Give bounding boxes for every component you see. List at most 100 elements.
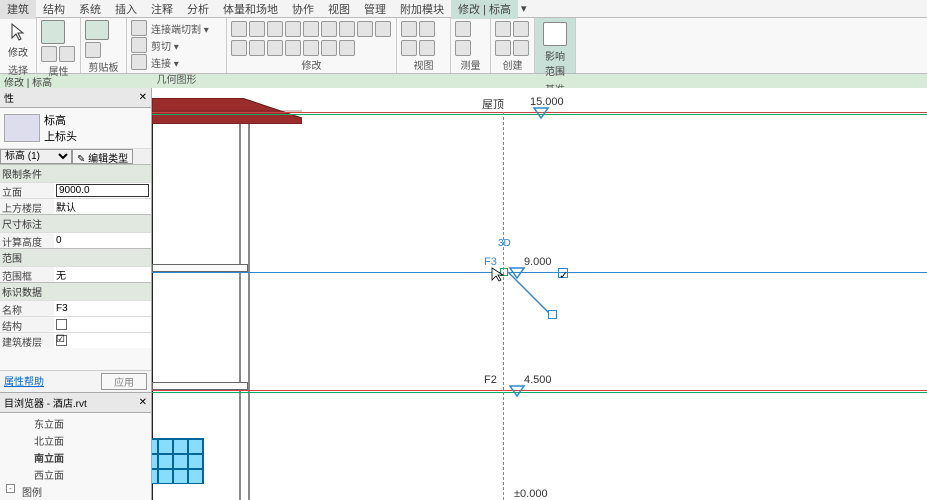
props-section-constraints: 限制条件 [0,164,151,182]
prop-elev-input[interactable] [56,184,149,197]
properties-panel-title: 性 ✕ [0,88,151,108]
prop-calc-val[interactable]: 0 [54,233,151,248]
measure-icon-2[interactable] [455,40,471,56]
menu-modify-level[interactable]: 修改 | 标高 [451,0,518,19]
clip-small[interactable] [85,42,101,58]
prop-scope-val[interactable]: 无 [54,267,151,282]
level-value-f2[interactable]: 4.500 [524,374,552,386]
ribbon-label-clip: 剪贴板 [85,58,122,75]
props-small-1[interactable] [41,46,57,62]
propagate-extents-button[interactable]: 影响 范围 [539,20,571,80]
props-section-id: 标识数据 [0,282,151,300]
mod-icon-14[interactable] [303,40,319,56]
level-value-f1[interactable]: ±0.000 [514,488,548,500]
ribbon-label-measure: 测量 [455,56,486,73]
edit-type-button[interactable]: ✎ 编辑类型 [72,149,133,164]
mod-icon-13[interactable] [285,40,301,56]
join-label[interactable]: 连接 ▾ [149,55,179,70]
mod-icon-11[interactable] [249,40,265,56]
measure-icon-1[interactable] [455,21,471,37]
mod-icon-2[interactable] [249,21,265,37]
mod-icon-12[interactable] [267,40,283,56]
menu-collab[interactable]: 协作 [285,0,321,19]
mod-icon-16[interactable] [339,40,355,56]
prop-name-val[interactable]: F3 [54,301,151,316]
mod-icon-8[interactable] [357,21,373,37]
tree-south[interactable]: 南立面 [0,449,151,466]
toggle-icon[interactable]: - [6,484,15,493]
guide-vertical [503,112,504,500]
type-selector[interactable]: 标高 上标头 [0,108,151,148]
menu-dropdown-icon[interactable]: ▾ [518,2,530,15]
tree-west[interactable]: 西立面 [0,466,151,483]
prop-struct-checkbox[interactable] [56,319,67,330]
prop-above-val[interactable]: 默认 [54,199,151,214]
menu-annotate[interactable]: 注释 [144,0,180,19]
level-value-f3[interactable]: 9.000 [524,256,552,268]
create-icon-2[interactable] [513,21,529,37]
view-icon-3[interactable] [401,40,417,56]
menu-struct[interactable]: 结构 [36,0,72,19]
menu-system[interactable]: 系统 [72,0,108,19]
tree-north[interactable]: 北立面 [0,432,151,449]
level-line-f2-green [152,392,927,393]
properties-button[interactable] [41,20,65,44]
level-type-icon [4,114,40,142]
cut-label[interactable]: 剪切 ▾ [149,38,179,53]
view-icon-2[interactable] [419,21,435,37]
tree-east[interactable]: 东立面 [0,415,151,432]
roof-element [152,98,302,124]
cope-label[interactable]: 连接端切割 ▾ [149,21,209,36]
mod-icon-9[interactable] [375,21,391,37]
create-icon-3[interactable] [495,40,511,56]
menu-insert[interactable]: 插入 [108,0,144,19]
drawing-canvas[interactable]: 屋顶 15.000 F3 9.000 ✓ F2 4.500 ±0.000 3D [152,88,927,500]
drag-preview-line [508,272,568,332]
cut-icon[interactable] [131,37,147,53]
view-icon-1[interactable] [401,21,417,37]
menu-view[interactable]: 视图 [321,0,357,19]
menu-analyze[interactable]: 分析 [180,0,216,19]
instance-count-select[interactable]: 标高 (1) [0,149,72,164]
view-icon-4[interactable] [419,40,435,56]
paste-button[interactable] [85,20,109,40]
type-line1: 标高 [44,112,147,128]
cope-icon[interactable] [131,20,147,36]
type-line2: 上标头 [44,128,147,144]
mod-icon-15[interactable] [321,40,337,56]
mod-icon-4[interactable] [285,21,301,37]
menu-massing[interactable]: 体量和场地 [216,0,285,19]
select-button[interactable]: 修改 [4,20,32,61]
drag-endpoint-grip[interactable] [548,310,557,319]
ribbon-label-create: 创建 [495,56,530,73]
mod-icon-10[interactable] [231,40,247,56]
mod-icon-3[interactable] [267,21,283,37]
props-help-link[interactable]: 属性帮助 [4,373,44,390]
prop-name-key: 名称 [0,301,54,316]
props-small-2[interactable] [59,46,75,62]
level-line-f2[interactable] [152,390,927,391]
menu-arch[interactable]: 建筑 [0,0,36,19]
anno-3d[interactable]: 3D [498,238,511,249]
level-name-f2[interactable]: F2 [484,374,497,386]
menu-addins[interactable]: 附加模块 [393,0,451,19]
mod-icon-6[interactable] [321,21,337,37]
tree-legends[interactable]: -图例 [0,483,151,500]
cursor-icon [8,22,28,42]
menu-manage[interactable]: 管理 [357,0,393,19]
props-close-icon[interactable]: ✕ [139,92,147,103]
browser-close-icon[interactable]: ✕ [139,397,147,408]
prop-bldg-checkbox[interactable] [56,335,67,346]
create-icon-4[interactable] [513,40,529,56]
project-browser: 目浏览器 - 酒店.rvt ✕ 东立面 北立面 南立面 西立面 -图例 +明细表… [0,392,151,500]
level-name-roof[interactable]: 屋顶 [482,96,504,112]
ribbon-label-modify: 修改 [231,56,392,73]
join-icon[interactable] [131,54,147,70]
mod-icon-7[interactable] [339,21,355,37]
mod-icon-1[interactable] [231,21,247,37]
mod-icon-5[interactable] [303,21,319,37]
create-icon-1[interactable] [495,21,511,37]
props-title-text: 性 [4,90,14,105]
browser-title: 目浏览器 - 酒店.rvt [4,395,87,410]
props-apply-button[interactable]: 应用 [101,373,147,390]
